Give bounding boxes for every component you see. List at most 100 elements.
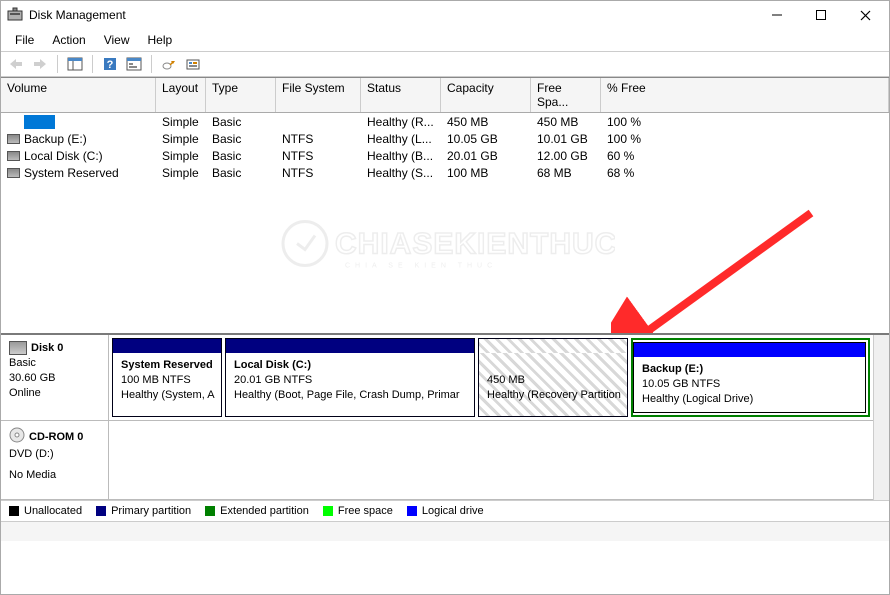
toolbar: ?	[1, 52, 889, 77]
volume-type: Basic	[206, 149, 276, 163]
legend-logical: Logical drive	[422, 505, 484, 517]
help-icon[interactable]: ?	[101, 55, 119, 73]
volume-name: Local Disk (C:)	[24, 149, 103, 163]
volume-list: Volume Layout Type File System Status Ca…	[1, 77, 889, 333]
volume-capacity: 10.05 GB	[441, 132, 531, 146]
menu-file[interactable]: File	[7, 31, 42, 49]
cdrom-info[interactable]: CD-ROM 0 DVD (D:) No Media	[1, 421, 109, 499]
legend-unallocated: Unallocated	[24, 505, 82, 517]
status-bar	[1, 521, 889, 541]
menu-action[interactable]: Action	[44, 31, 93, 49]
back-icon	[7, 55, 25, 73]
show-hide-tree-icon[interactable]	[66, 55, 84, 73]
col-layout[interactable]: Layout	[156, 78, 206, 112]
volume-status: Healthy (L...	[361, 132, 441, 146]
disk-info[interactable]: Disk 0 Basic 30.60 GB Online	[1, 335, 109, 420]
svg-text:CHIA SE KIEN THUC: CHIA SE KIEN THUC	[345, 263, 497, 270]
legend-logical-icon	[407, 506, 417, 516]
volume-name: System Reserved	[24, 166, 119, 180]
partition-name: Local Disk (C:)	[234, 358, 466, 373]
partition-status: Healthy (System, A	[121, 388, 213, 403]
volume-row[interactable]: SimpleBasicHealthy (R...450 MB450 MB100 …	[1, 113, 889, 130]
partition-name: Backup (E:)	[642, 362, 857, 377]
window-title: Disk Management	[29, 8, 755, 22]
volume-row[interactable]: System ReservedSimpleBasicNTFSHealthy (S…	[1, 164, 889, 181]
refresh-icon[interactable]	[160, 55, 178, 73]
cdrom-body	[109, 421, 873, 499]
volume-pctfree: 100 %	[601, 115, 691, 129]
col-freespace[interactable]: Free Spa...	[531, 78, 601, 112]
vertical-scrollbar[interactable]	[873, 335, 889, 500]
partition-recovery[interactable]: 450 MB Healthy (Recovery Partition	[478, 338, 628, 417]
partition-system-reserved[interactable]: System Reserved 100 MB NTFS Healthy (Sys…	[112, 338, 222, 417]
volume-fs: NTFS	[276, 132, 361, 146]
volume-layout: Simple	[156, 115, 206, 129]
volume-status: Healthy (B...	[361, 149, 441, 163]
volume-pctfree: 100 %	[601, 132, 691, 146]
close-button[interactable]	[843, 1, 887, 29]
volume-name	[24, 115, 55, 129]
toolbar-separator	[151, 55, 152, 73]
partition-container: System Reserved 100 MB NTFS Healthy (Sys…	[109, 335, 873, 420]
volume-pctfree: 68 %	[601, 166, 691, 180]
volume-free: 12.00 GB	[531, 149, 601, 163]
partition-status: Healthy (Logical Drive)	[642, 392, 857, 407]
minimize-button[interactable]	[755, 1, 799, 29]
volume-row[interactable]: Local Disk (C:)SimpleBasicNTFSHealthy (B…	[1, 147, 889, 164]
maximize-button[interactable]	[799, 1, 843, 29]
svg-text:?: ?	[107, 59, 114, 71]
volume-status: Healthy (S...	[361, 166, 441, 180]
partition-backup-e[interactable]: Backup (E:) 10.05 GB NTFS Healthy (Logic…	[633, 342, 866, 413]
toolbar-separator	[92, 55, 93, 73]
col-pctfree[interactable]: % Free	[601, 78, 889, 112]
column-headers: Volume Layout Type File System Status Ca…	[1, 78, 889, 113]
partition-header	[479, 339, 627, 353]
menu-view[interactable]: View	[96, 31, 138, 49]
cdrom-state: No Media	[9, 468, 100, 483]
col-type[interactable]: Type	[206, 78, 276, 112]
legend-freespace: Free space	[338, 505, 393, 517]
volume-list-body[interactable]: SimpleBasicHealthy (R...450 MB450 MB100 …	[1, 113, 889, 333]
volume-capacity: 450 MB	[441, 115, 531, 129]
title-bar: Disk Management	[1, 1, 889, 29]
volume-layout: Simple	[156, 149, 206, 163]
properties-icon[interactable]	[125, 55, 143, 73]
volume-name: Backup (E:)	[24, 132, 87, 146]
col-volume[interactable]: Volume	[1, 78, 156, 112]
menu-bar: File Action View Help	[1, 29, 889, 52]
cdrom-icon	[9, 427, 25, 448]
legend-freespace-icon	[323, 506, 333, 516]
volume-icon	[7, 134, 20, 144]
partition-header	[113, 339, 221, 353]
volume-row[interactable]: Backup (E:)SimpleBasicNTFSHealthy (L...1…	[1, 130, 889, 147]
disk-label: Disk 0	[31, 341, 63, 356]
legend-extended-icon	[205, 506, 215, 516]
partition-local-disk-c[interactable]: Local Disk (C:) 20.01 GB NTFS Healthy (B…	[225, 338, 475, 417]
partition-size: 450 MB	[487, 373, 619, 388]
disk-row[interactable]: Disk 0 Basic 30.60 GB Online System Rese…	[1, 335, 873, 421]
legend-primary-icon	[96, 506, 106, 516]
volume-type: Basic	[206, 166, 276, 180]
menu-help[interactable]: Help	[140, 31, 181, 49]
watermark: CHIASEKIENTHUC CHIA SE KIEN THUC	[275, 204, 615, 287]
disk-size: 30.60 GB	[9, 371, 100, 386]
volume-free: 68 MB	[531, 166, 601, 180]
cdrom-row[interactable]: CD-ROM 0 DVD (D:) No Media	[1, 421, 873, 500]
volume-free: 10.01 GB	[531, 132, 601, 146]
legend-primary: Primary partition	[111, 505, 191, 517]
disk-state: Online	[9, 386, 100, 401]
partition-size: 10.05 GB NTFS	[642, 377, 857, 392]
col-capacity[interactable]: Capacity	[441, 78, 531, 112]
partition-size: 20.01 GB NTFS	[234, 373, 466, 388]
col-status[interactable]: Status	[361, 78, 441, 112]
volume-type: Basic	[206, 132, 276, 146]
partition-header	[226, 339, 474, 353]
col-filesystem[interactable]: File System	[276, 78, 361, 112]
volume-layout: Simple	[156, 132, 206, 146]
volume-capacity: 100 MB	[441, 166, 531, 180]
volume-type: Basic	[206, 115, 276, 129]
disk-type: Basic	[9, 356, 100, 371]
legend-unallocated-icon	[9, 506, 19, 516]
arrow-annotation	[611, 203, 831, 333]
settings-icon[interactable]	[184, 55, 202, 73]
